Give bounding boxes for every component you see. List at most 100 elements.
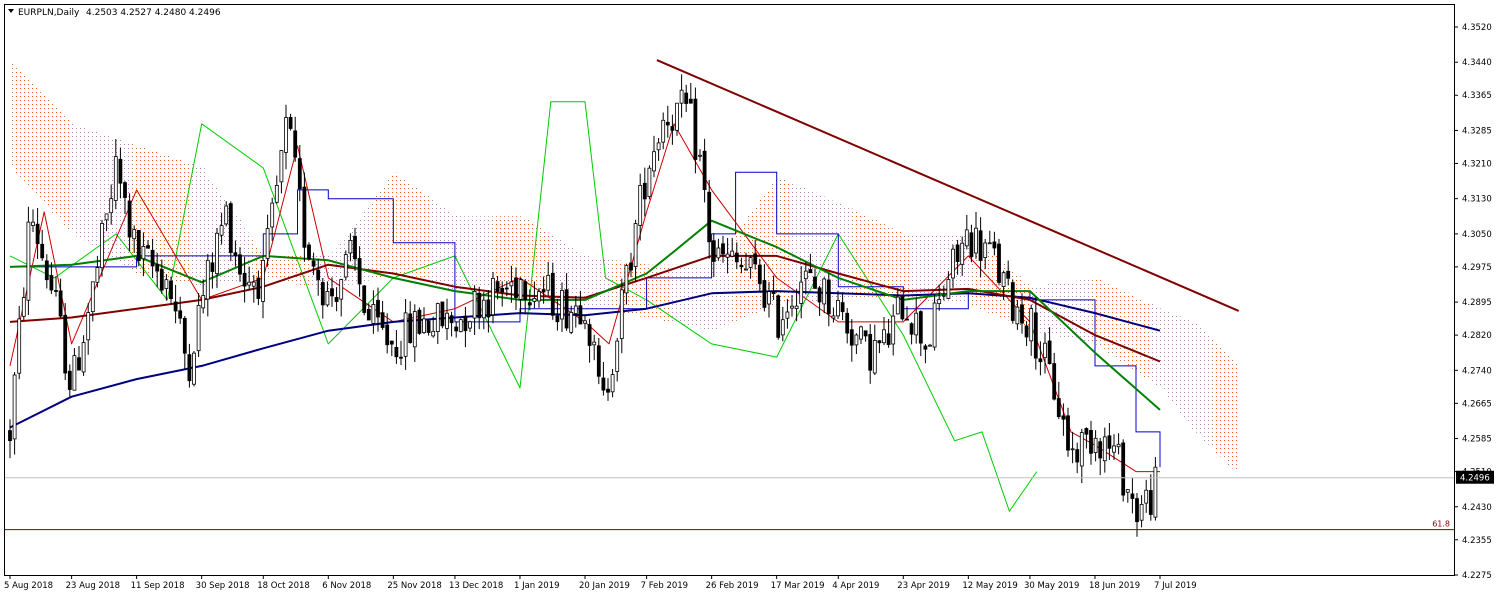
cloud-segment	[55, 107, 58, 217]
candle-body	[900, 296, 905, 320]
y-tick-label: 4.3365	[1462, 91, 1492, 101]
cloud-segment	[16, 68, 19, 175]
candle-body	[1020, 304, 1024, 324]
cloud-segment	[883, 224, 886, 300]
cloud-segment	[1192, 321, 1195, 430]
candle-body	[822, 278, 827, 305]
cloud-segment	[1153, 305, 1156, 384]
x-tick-label: 17 Mar 2019	[771, 581, 825, 591]
cloud-segment	[874, 220, 877, 300]
candle-body	[215, 232, 219, 275]
candle-body	[840, 302, 845, 313]
cloud-segment	[715, 260, 718, 330]
cloud-segment	[463, 216, 466, 290]
candle-body	[454, 326, 459, 332]
candle-body	[776, 295, 781, 338]
cloud-segment	[880, 222, 883, 300]
cloud-segment	[58, 110, 61, 220]
cloud-segment	[1042, 285, 1045, 334]
cloud-segment	[508, 216, 511, 284]
candle-body	[1010, 282, 1015, 321]
x-tick-label: 25 Nov 2018	[387, 581, 441, 591]
cloud-segment	[538, 227, 541, 290]
cloud-segment	[889, 227, 892, 300]
cloud-segment	[796, 184, 799, 303]
candle-body	[81, 342, 86, 373]
cloud-segment	[439, 204, 442, 287]
candle-body	[247, 281, 252, 286]
candle-body	[339, 279, 344, 300]
cloud-segment	[778, 177, 781, 305]
cloud-segment	[22, 74, 25, 181]
cloud-segment	[706, 264, 709, 330]
y-tick-label: 4.3210	[1462, 159, 1492, 169]
candle-body	[412, 311, 417, 348]
price-chart[interactable]: 61.8 4.3520 4.3440 4.3365 4.3285 4.3210 4.313…	[0, 0, 1497, 596]
candle-body	[679, 89, 684, 104]
x-tick-label: 4 Apr 2019	[832, 581, 879, 591]
candle-body	[297, 158, 302, 190]
x-tick-label: 7 Feb 2019	[641, 581, 689, 591]
candle-body	[932, 302, 937, 348]
candle-body	[744, 268, 748, 271]
candle-body	[969, 232, 974, 258]
candle-body	[693, 98, 698, 160]
cloud-segment	[1150, 304, 1153, 382]
cloud-segment	[10, 62, 13, 168]
candle-body	[233, 252, 238, 256]
candle-body	[1038, 358, 1043, 363]
cloud-segment	[1141, 299, 1144, 376]
candle-body	[17, 318, 22, 374]
cloud-segment	[739, 227, 742, 320]
candle-body	[49, 275, 54, 291]
cloud-segment	[385, 183, 388, 276]
candle-body	[504, 287, 509, 290]
cloud-segment	[1168, 311, 1171, 399]
cloud-segment	[82, 127, 85, 241]
candle-body	[675, 102, 679, 131]
cloud-segment	[724, 248, 727, 326]
cloud-segment	[484, 216, 487, 288]
candle-body	[31, 221, 35, 226]
candle-body	[1079, 432, 1084, 467]
y-tick-label: 4.2895	[1462, 298, 1492, 308]
cloud-segment	[406, 181, 409, 278]
cloud-segment	[520, 216, 523, 283]
candle-body	[256, 277, 261, 299]
cloud-segment	[1234, 361, 1237, 472]
cloud-segment	[370, 202, 373, 280]
candle-body	[845, 312, 850, 334]
candle-body	[1093, 437, 1098, 453]
cloud-segment	[691, 264, 694, 327]
candle-body	[518, 279, 523, 300]
candle-body	[863, 330, 868, 337]
cloud-segment	[400, 177, 403, 276]
candle-body	[606, 388, 610, 393]
cloud-segment	[1132, 295, 1135, 369]
cloud-segment	[1156, 306, 1159, 386]
cloud-segment	[499, 216, 502, 286]
candle-body	[951, 248, 955, 279]
candle-body	[619, 289, 624, 339]
candle-body	[762, 280, 767, 308]
cloud-segment	[448, 211, 451, 290]
candle-body	[63, 314, 68, 374]
candle-body	[997, 243, 1001, 283]
candle-body	[136, 229, 141, 261]
cloud-segment	[1228, 355, 1231, 466]
cloud-segment	[757, 203, 760, 313]
cloud-segment	[478, 216, 481, 288]
candle-body	[509, 281, 514, 287]
candle	[307, 242, 311, 261]
candle-body	[573, 305, 578, 314]
cloud-segment	[586, 256, 589, 309]
candle-body	[468, 321, 472, 329]
candle-body	[274, 184, 279, 203]
candle-body	[435, 303, 440, 333]
cloud-segment	[721, 252, 724, 327]
candle-body	[463, 315, 468, 332]
candle-body	[578, 305, 583, 325]
candle-body	[895, 296, 900, 315]
y-tick-label: 4.3440	[1462, 58, 1492, 68]
candle-body	[964, 229, 969, 247]
